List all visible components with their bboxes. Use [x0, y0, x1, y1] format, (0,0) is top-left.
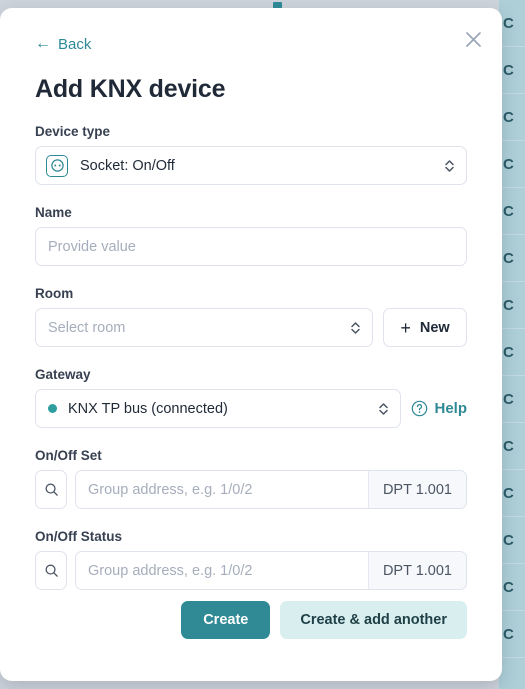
room-label: Room [35, 286, 74, 301]
onoff-set-search-button[interactable] [35, 470, 67, 509]
name-input[interactable] [35, 227, 467, 266]
name-label: Name [35, 205, 72, 220]
backdrop-list-strip: C C C C C C C C C C C C C C [499, 0, 525, 689]
close-button[interactable] [460, 26, 486, 52]
chevron-updown-icon [444, 158, 455, 174]
back-link-label: Back [58, 35, 92, 53]
backdrop-list-item: C [499, 47, 525, 94]
dialog-title: Add KNX device [35, 75, 226, 103]
search-icon [45, 564, 58, 577]
help-link[interactable]: Help [411, 400, 467, 417]
room-field: Room Select room + New [35, 286, 467, 347]
backdrop-list-item: C [499, 329, 525, 376]
onoff-status-group-address-input[interactable] [76, 552, 368, 589]
backdrop-list-item: C [499, 188, 525, 235]
search-icon [45, 483, 58, 496]
onoff-set-group-address-wrapper: DPT 1.001 [75, 470, 467, 509]
device-type-select[interactable]: Socket: On/Off [35, 146, 467, 185]
gateway-value: KNX TP bus (connected) [68, 400, 228, 417]
backdrop-list-item: C [499, 423, 525, 470]
onoff-status-label: On/Off Status [35, 529, 122, 544]
onoff-status-search-button[interactable] [35, 551, 67, 590]
backdrop-list-item: C [499, 470, 525, 517]
gateway-field: Gateway KNX TP bus (connected) Help [35, 367, 467, 428]
close-icon [465, 31, 481, 47]
onoff-status-field: On/Off Status DPT 1.001 [35, 529, 467, 590]
create-and-add-another-button[interactable]: Create & add another [280, 601, 467, 639]
backdrop-list-item: C [499, 94, 525, 141]
create-button[interactable]: Create [181, 601, 271, 639]
gateway-select[interactable]: KNX TP bus (connected) [35, 389, 402, 428]
backdrop-list-item: C [499, 517, 525, 564]
dialog-footer: Create Create & add another [181, 601, 467, 639]
device-type-field: Device type Socket: On/Off [35, 124, 467, 185]
backdrop-list-item: C [499, 282, 525, 329]
question-circle-icon [412, 400, 428, 417]
name-field: Name [35, 205, 467, 266]
backdrop-list-item: C [499, 141, 525, 188]
onoff-set-field: On/Off Set DPT 1.001 [35, 448, 467, 509]
backdrop-list-item: C [499, 564, 525, 611]
chevron-updown-icon [378, 401, 389, 417]
onoff-set-dpt-label: DPT 1.001 [367, 471, 466, 508]
backdrop-list-item: C [499, 376, 525, 423]
connection-status-dot [48, 404, 57, 413]
back-arrow-icon: ← [35, 35, 51, 52]
gateway-label: Gateway [35, 367, 91, 382]
socket-icon [46, 154, 68, 177]
backdrop-list-item: C [499, 0, 525, 47]
add-knx-device-dialog: ← Back Add KNX device Device type Socket… [0, 8, 502, 681]
room-select[interactable]: Select room [35, 308, 373, 347]
backdrop-list-item: C [499, 235, 525, 282]
onoff-set-label: On/Off Set [35, 448, 102, 463]
device-type-label: Device type [35, 124, 111, 139]
device-type-value: Socket: On/Off [80, 157, 175, 174]
onoff-status-group-address-wrapper: DPT 1.001 [75, 551, 467, 590]
room-placeholder: Select room [48, 319, 126, 336]
onoff-set-group-address-input[interactable] [76, 471, 368, 508]
back-link[interactable]: ← Back [35, 36, 91, 52]
chevron-updown-icon [350, 320, 361, 336]
add-room-button[interactable]: + New [383, 308, 467, 347]
plus-icon: + [400, 317, 411, 338]
backdrop-list-item: C [499, 611, 525, 658]
onoff-status-dpt-label: DPT 1.001 [367, 552, 466, 589]
help-link-label: Help [434, 400, 467, 417]
add-room-button-label: New [419, 319, 450, 336]
